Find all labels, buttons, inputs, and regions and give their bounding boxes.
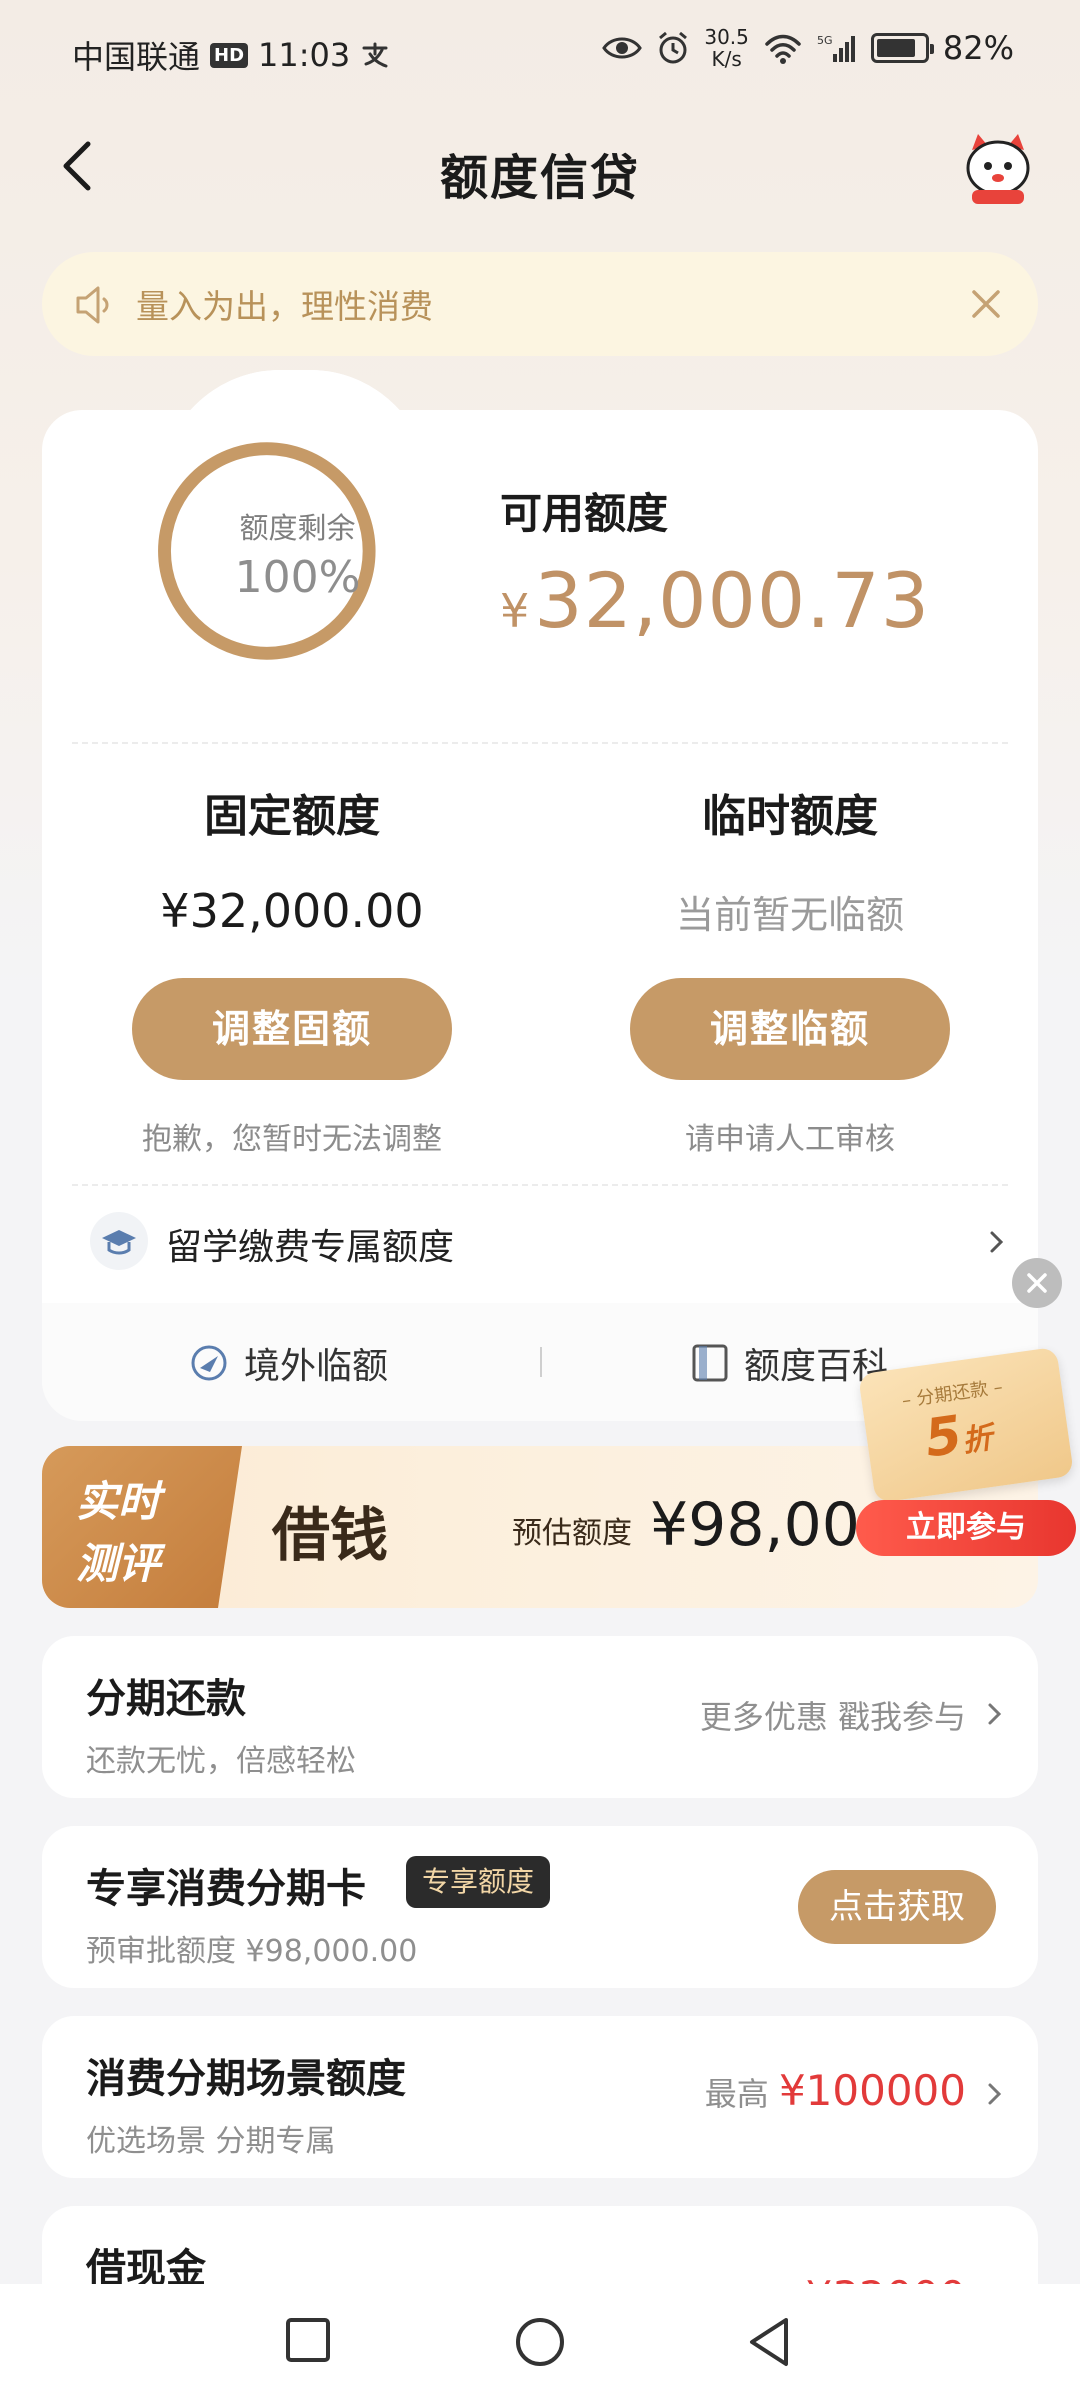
- carrier-label: 中国联通: [72, 38, 201, 76]
- installment-discount-card[interactable]: – 分期还款 – 5折: [857, 1346, 1075, 1504]
- estimate-label: 预估额度: [512, 1516, 632, 1551]
- chevron-right-icon: [988, 2083, 1002, 2105]
- alarm-icon: [659, 31, 688, 64]
- recents-square-icon[interactable]: [282, 2314, 334, 2366]
- borrow-money-title: 借钱: [272, 1501, 389, 1569]
- quota-encyclopedia-link[interactable]: 额度百科: [690, 1337, 888, 1389]
- list-item-title: 消费分期场景额度: [86, 2056, 406, 2102]
- back-triangle-icon[interactable]: [744, 2314, 796, 2370]
- book-icon: [692, 1344, 728, 1382]
- ring-percent: 100%: [234, 552, 361, 603]
- list-item-title: 分期还款: [86, 1676, 246, 1722]
- promo-discount: 5折: [921, 1405, 995, 1470]
- adjust-temp-button[interactable]: 调整临额: [630, 978, 950, 1080]
- fixed-quota-value: ¥32,000.00: [160, 884, 424, 938]
- divider: [72, 742, 1008, 744]
- hd-icon: HD: [210, 42, 249, 68]
- list-item-promo-text: 更多优惠 戳我参与: [699, 1698, 966, 1736]
- mascot-icon[interactable]: [958, 130, 1038, 206]
- list-item-subtitle: 优选场景 分期专属: [86, 2124, 336, 2159]
- graduation-cap-icon: [90, 1212, 148, 1270]
- list-item-subtitle: 还款无忧，倍感轻松: [86, 1744, 356, 1779]
- available-amount: ¥32,000.73: [500, 556, 931, 645]
- speaker-icon: [76, 286, 109, 324]
- notice-banner: 量入为出，理性消费: [42, 252, 1038, 356]
- ring-label: 额度剩余: [239, 511, 356, 545]
- wifi-icon: [765, 34, 801, 64]
- nav-bar: 额度信贷: [0, 120, 1080, 220]
- clock: 11:03: [258, 36, 351, 74]
- status-bar: 中国联通 HD 11:03 30.5 K/s 5G 82%: [0, 0, 1080, 104]
- plane-icon: [191, 1345, 227, 1381]
- temp-quota-note: 请申请人工审核: [685, 1122, 895, 1157]
- overseas-temp-quota-link[interactable]: 境外临额: [188, 1337, 388, 1389]
- adjust-fixed-button[interactable]: 调整固额: [132, 978, 452, 1080]
- scenario-quota-card[interactable]: 消费分期场景额度 优选场景 分期专属 最高 ¥100000: [42, 2016, 1038, 2178]
- battery-icon: [870, 33, 934, 63]
- alipay-icon: [362, 42, 388, 68]
- page-title: 额度信贷: [439, 150, 640, 206]
- network-speed: 30.5 K/s: [704, 25, 749, 71]
- battery-percent: 82%: [942, 29, 1014, 67]
- overseas-temp-quota-label: 境外临额: [244, 1346, 389, 1387]
- eye-icon: [602, 37, 643, 59]
- list-item-subtitle: 预审批额度 ¥98,000.00: [86, 1934, 418, 1969]
- signal-5g-icon: 5G: [817, 34, 855, 62]
- exclusive-installment-card[interactable]: 专享消费分期卡 专享额度 预审批额度 ¥98,000.00 点击获取: [42, 1826, 1038, 1988]
- available-label: 可用额度: [500, 489, 669, 538]
- study-abroad-label: 留学缴费专属额度: [166, 1227, 455, 1268]
- list-item-max-amount: 最高 ¥100000: [704, 2066, 966, 2115]
- chevron-right-icon: [990, 1231, 1004, 1253]
- fixed-quota-title: 固定额度: [204, 791, 380, 842]
- close-icon[interactable]: [962, 280, 1010, 328]
- home-circle-icon[interactable]: [512, 2314, 568, 2370]
- fixed-quota-note: 抱歉，您暂时无法调整: [142, 1122, 442, 1157]
- join-now-button[interactable]: 立即参与: [856, 1500, 1076, 1556]
- list-item-title: 专享消费分期卡: [86, 1866, 366, 1912]
- get-card-button[interactable]: 点击获取: [798, 1870, 996, 1944]
- footer-separator: [540, 1347, 542, 1377]
- chevron-right-icon: [988, 1703, 1002, 1725]
- realtime-evaluation-tag: 实时 测评: [42, 1446, 242, 1608]
- system-navigation-bar: [0, 2284, 1080, 2400]
- notice-text: 量入为出，理性消费: [136, 287, 433, 326]
- close-icon: [1027, 1273, 1047, 1293]
- divider: [72, 1184, 1008, 1186]
- temp-quota-title: 临时额度: [702, 791, 878, 842]
- promo-close-button[interactable]: [1012, 1258, 1062, 1308]
- study-abroad-quota-row[interactable]: 留学缴费专属额度: [42, 1188, 1038, 1294]
- temp-quota-value: 当前暂无临额: [675, 893, 904, 937]
- exclusive-quota-badge: 专享额度: [406, 1856, 551, 1908]
- installment-repayment-card[interactable]: 分期还款 还款无忧，倍感轻松 更多优惠 戳我参与: [42, 1636, 1038, 1798]
- svg-text:5G: 5G: [817, 34, 833, 47]
